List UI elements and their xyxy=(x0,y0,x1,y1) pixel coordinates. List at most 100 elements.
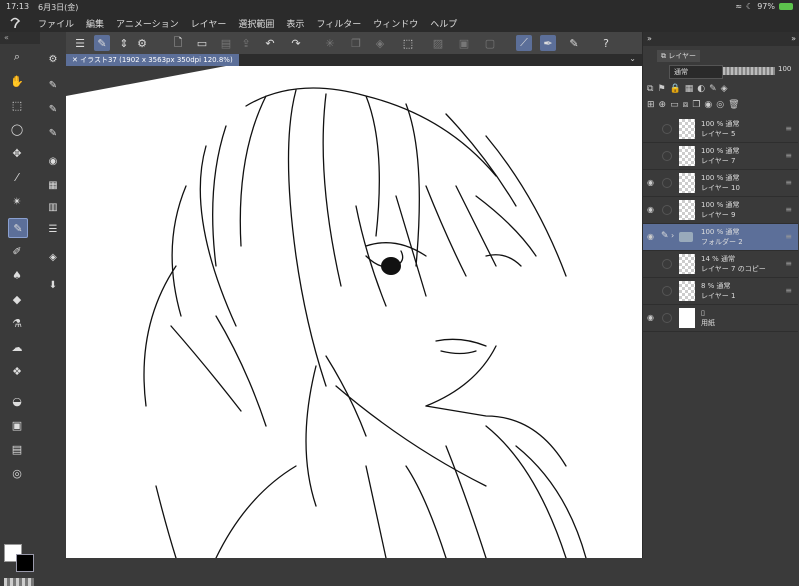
redo-icon[interactable]: ↷ xyxy=(288,35,304,51)
operation-tool-icon[interactable]: ⬚ xyxy=(8,96,26,114)
menu-file[interactable]: ファイル xyxy=(38,17,74,30)
share-icon[interactable]: ⇪ xyxy=(238,35,254,51)
loading-icon[interactable]: ✳ xyxy=(322,35,338,51)
new-file-icon[interactable]: 🗋 xyxy=(170,35,186,51)
sub-tool-2-icon[interactable]: ✎ xyxy=(44,76,62,94)
chevron-updown-icon[interactable]: ⇕ xyxy=(116,35,132,51)
eraser-tool-icon[interactable]: ◆ xyxy=(8,290,26,308)
snap-ruler-icon[interactable]: ⟋ xyxy=(516,35,532,51)
layer-menu-icon[interactable]: ≡ xyxy=(785,232,792,241)
chevron-right-icon[interactable]: › xyxy=(671,231,674,240)
fill-tool-icon[interactable]: ◒ xyxy=(8,392,26,410)
layer-lock-toggle[interactable] xyxy=(662,259,672,269)
move-tool-icon[interactable]: ✥ xyxy=(8,144,26,162)
transparent-color-swatch[interactable] xyxy=(4,578,34,586)
opacity-slider[interactable] xyxy=(723,67,775,75)
transform-icon[interactable]: ⬚ xyxy=(400,35,416,51)
fill-icon[interactable]: ◈ xyxy=(372,35,388,51)
selection-icon[interactable]: ▢ xyxy=(482,35,498,51)
merge-icon[interactable]: ⧈ xyxy=(683,100,689,114)
frame-tool-icon[interactable]: ▣ xyxy=(8,416,26,434)
mask-add-icon[interactable]: ◉ xyxy=(704,100,712,114)
invert-selection-icon[interactable]: ▣ xyxy=(456,35,472,51)
new-folder-icon[interactable]: ▭ xyxy=(670,100,679,114)
edit-mode-icon[interactable]: ✎ xyxy=(94,35,110,51)
layer-row-selected[interactable]: ◉ ✎ › 100 % 通常 フォルダー 2 ≡ xyxy=(643,224,798,251)
layer-row[interactable]: ◉ 100 % 通常 レイヤー 9 ≡ xyxy=(643,197,798,224)
menu-layer[interactable]: レイヤー xyxy=(191,17,227,30)
sub-tool-7-icon[interactable]: ▥ xyxy=(44,198,62,216)
collapse-right-icon[interactable]: » xyxy=(647,34,652,43)
pen-tool-icon[interactable]: ✎ xyxy=(8,218,28,238)
eyedropper-tool-icon[interactable]: ⁄ xyxy=(8,168,26,186)
eye-icon[interactable]: ◉ xyxy=(647,178,657,188)
pen-settings-icon[interactable]: ✎ xyxy=(566,35,582,51)
tab-layer[interactable]: ⧉ レイヤー xyxy=(657,50,701,62)
eye-icon[interactable]: ◉ xyxy=(647,205,657,215)
sub-color-swatch[interactable] xyxy=(16,554,34,572)
blend-tool-icon[interactable]: ☁ xyxy=(8,338,26,356)
document-tab[interactable]: ✕ イラスト37 (1902 x 3563px 350dpi 120.8%) xyxy=(66,54,239,66)
mask-icon[interactable]: ◐ xyxy=(697,84,705,98)
copy-layer-icon[interactable]: ❐ xyxy=(692,100,700,114)
layer-menu-icon[interactable]: ≡ xyxy=(785,178,792,187)
open-folder-icon[interactable]: ▭ xyxy=(194,35,210,51)
menu-edit[interactable]: 編集 xyxy=(86,17,104,30)
layer-lock-toggle[interactable] xyxy=(662,178,672,188)
layer-menu-icon[interactable]: ≡ xyxy=(785,124,792,133)
sub-tool-8-icon[interactable]: ☰ xyxy=(44,220,62,238)
delete-layer-icon[interactable]: 🗑 xyxy=(728,100,739,114)
sub-tool-6-icon[interactable]: ▦ xyxy=(44,176,62,194)
layer-menu-icon[interactable]: ≡ xyxy=(785,151,792,160)
copy-icon[interactable]: ❐ xyxy=(348,35,364,51)
eye-icon[interactable]: ◉ xyxy=(647,313,657,323)
layer-lock-toggle[interactable] xyxy=(662,151,672,161)
layer-row-paper[interactable]: ◉ ▯ 用紙 xyxy=(643,305,798,332)
sub-tool-4-icon[interactable]: ✎ xyxy=(44,124,62,142)
snap-pen-icon[interactable]: ✒ xyxy=(540,35,556,51)
clip-icon[interactable]: ⧉ xyxy=(647,84,653,98)
layer-row[interactable]: 100 % 通常 レイヤー 7 ≡ xyxy=(643,143,798,170)
hamburger-menu-icon[interactable]: ☰ xyxy=(72,35,88,51)
lasso-tool-icon[interactable]: ◯ xyxy=(8,120,26,138)
sub-tool-3-icon[interactable]: ✎ xyxy=(44,100,62,118)
sub-tool-9-icon[interactable]: ◈ xyxy=(44,248,62,266)
clear-icon[interactable]: ▨ xyxy=(430,35,446,51)
help-icon[interactable]: ? xyxy=(598,35,614,51)
app-logo-icon[interactable] xyxy=(8,16,22,30)
new-vector-icon[interactable]: ⊕ xyxy=(659,100,667,114)
reference-icon[interactable]: ⚑ xyxy=(657,84,665,98)
chevron-down-icon[interactable]: ⌄ xyxy=(629,54,636,63)
ruler-tool-icon[interactable]: ◎ xyxy=(8,464,26,482)
zoom-tool-icon[interactable]: ⌕ xyxy=(8,48,26,66)
layer-row[interactable]: ◉ 100 % 通常 レイヤー 10 ≡ xyxy=(643,170,798,197)
eye-icon[interactable]: ◉ xyxy=(647,232,657,242)
settings-icon[interactable]: ⚙ xyxy=(134,35,150,51)
apply-mask-icon[interactable]: ◎ xyxy=(716,100,724,114)
drawing-canvas[interactable] xyxy=(66,66,642,558)
sub-tool-1-icon[interactable]: ⚙ xyxy=(44,50,62,68)
airbrush-tool-icon[interactable]: ⚗ xyxy=(8,314,26,332)
menu-window[interactable]: ウィンドウ xyxy=(373,17,418,30)
draft-icon[interactable]: ✎ xyxy=(709,84,717,98)
layer-lock-toggle[interactable] xyxy=(662,286,672,296)
pencil-tool-icon[interactable]: ✐ xyxy=(8,242,26,260)
layer-lock-toggle[interactable] xyxy=(662,205,672,215)
lock-icon[interactable]: 🔒 xyxy=(670,84,681,98)
magic-wand-tool-icon[interactable]: ✴ xyxy=(8,192,26,210)
layer-lock-toggle[interactable] xyxy=(662,313,672,323)
menu-animation[interactable]: アニメーション xyxy=(116,17,179,30)
layer-row[interactable]: 100 % 通常 レイヤー 5 ≡ xyxy=(643,116,798,143)
gradient-tool-icon[interactable]: ▤ xyxy=(8,440,26,458)
blend-mode-select[interactable]: 通常 xyxy=(669,65,723,79)
expand-right-icon[interactable]: » xyxy=(791,34,796,43)
decoration-tool-icon[interactable]: ❖ xyxy=(8,362,26,380)
menu-filter[interactable]: フィルター xyxy=(316,17,361,30)
collapse-left-icon[interactable]: « xyxy=(4,33,9,42)
brush-tool-icon[interactable]: ♠ xyxy=(8,266,26,284)
layer-row[interactable]: 14 % 通常 レイヤー 7 のコピー ≡ xyxy=(643,251,798,278)
menu-selection[interactable]: 選択範囲 xyxy=(238,17,274,30)
sub-tool-5-icon[interactable]: ◉ xyxy=(44,152,62,170)
layer-lock-toggle[interactable] xyxy=(662,124,672,134)
palette-icon[interactable]: ◈ xyxy=(721,84,728,98)
